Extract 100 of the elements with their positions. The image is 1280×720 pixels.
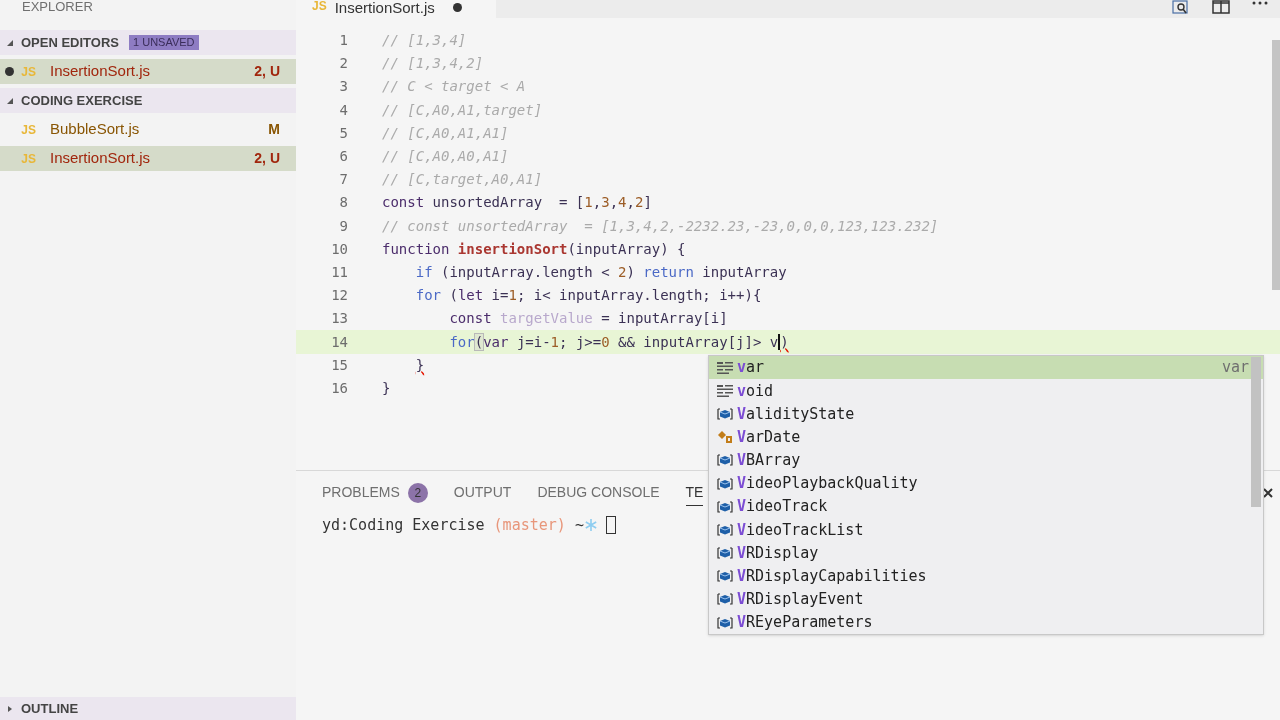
suggestion-item[interactable]: VideoPlaybackQuality: [709, 471, 1263, 496]
line-number: 12: [330, 286, 348, 306]
line-number: 3: [338, 77, 348, 97]
cube-icon: [717, 523, 733, 536]
line-number: 16: [330, 378, 348, 398]
snowflake-icon: [583, 518, 598, 533]
suggestion-label: VideoPlaybackQuality: [737, 473, 918, 495]
line-number: 1: [338, 31, 348, 51]
file-name: BubbleSort.js: [50, 119, 140, 140]
suggestion-item[interactable]: ValidityState: [709, 402, 1263, 426]
line-number: 14: [330, 332, 348, 352]
suggestion-label: VideoTrack: [737, 496, 828, 518]
text-lines-icon: [717, 384, 733, 397]
panel-tab[interactable]: OUTPUT: [453, 479, 512, 506]
section-title: CODING EXERCISE: [21, 91, 143, 110]
terminal-cursor: [605, 516, 616, 535]
suggestion-item[interactable]: var var: [709, 356, 1263, 380]
code-text: for(var j=i-1; j>=0 && inputArray[j]> v): [448, 332, 789, 352]
line-number: 13: [330, 309, 348, 329]
panel-tab[interactable]: TE: [685, 479, 704, 506]
line-number: 7: [338, 170, 348, 190]
suggestion-label: VRDisplayEvent: [737, 589, 864, 611]
line-number: 8: [338, 193, 348, 213]
section-header[interactable]: OPEN EDITORS 1 UNSAVED: [0, 30, 296, 55]
code-text: // [1,3,4]: [382, 31, 467, 51]
more-icon[interactable]: [1252, 0, 1268, 6]
expanded-triangle-icon[interactable]: [6, 96, 14, 105]
cube-icon: [717, 593, 733, 606]
suggestion-label: var: [737, 357, 765, 379]
code-text: const targetValue = inputArray[i]: [448, 309, 728, 329]
file-item[interactable]: JS InsertionSort.js 2, U: [0, 146, 296, 171]
file-name: InsertionSort.js: [50, 61, 151, 82]
git-status: 2, U: [254, 62, 280, 81]
section-title: OPEN EDITORS: [21, 33, 119, 52]
panel-tab[interactable]: DEBUG CONSOLE: [537, 479, 660, 506]
cube-icon: [717, 477, 733, 490]
suggestion-item[interactable]: VBArray: [709, 448, 1263, 472]
search-icon[interactable]: [1172, 0, 1190, 15]
code-text: // [1,3,4,2]: [382, 54, 484, 74]
line-number: 15: [330, 355, 348, 375]
js-file-icon: JS: [21, 149, 36, 168]
code-text: }: [414, 355, 425, 375]
code-text: for (let i=1; i< inputArray.length; i++){: [414, 286, 762, 306]
section-title: OUTLINE: [21, 699, 79, 718]
cube-icon: [717, 454, 733, 467]
file-item[interactable]: JS InsertionSort.js 2, U: [0, 59, 296, 84]
editor-tab[interactable]: JS InsertionSort.js: [296, 0, 496, 18]
suggestion-item[interactable]: VideoTrackList: [709, 518, 1263, 542]
cube-icon: [717, 570, 733, 583]
git-status: M: [268, 120, 280, 139]
suggestion-label: VRDisplay: [737, 542, 819, 564]
code-text: }: [382, 378, 391, 398]
line-number: 5: [338, 123, 348, 143]
suggestion-item[interactable]: VarDate: [709, 425, 1263, 449]
suggestion-label: VRDisplayCapabilities: [737, 566, 927, 588]
code-text: // [C,target,A0,A1]: [382, 170, 543, 190]
js-file-icon: JS: [21, 120, 36, 139]
code-text: // const unsortedArray = [1,3,4,2,-2232.23,-23,0,0,0,123,123.232]: [382, 216, 939, 236]
code-text: const unsortedArray = [1,3,4,2]: [382, 193, 652, 213]
count-badge: 2: [407, 482, 428, 503]
tab-title: InsertionSort.js: [334, 0, 435, 15]
line-number: 10: [330, 239, 348, 259]
unsaved-badge: 1 UNSAVED: [129, 35, 199, 50]
code-text: if (inputArray.length < 2) return inputArray: [414, 262, 787, 282]
cube-icon: [717, 616, 733, 629]
suggestion-item[interactable]: VRDisplay: [709, 541, 1263, 565]
code-text: function insertionSort(inputArray) {: [382, 239, 686, 259]
js-file-icon: JS: [21, 62, 36, 81]
suggestion-item[interactable]: VREyeParameters: [709, 611, 1263, 635]
section-header[interactable]: OUTLINE: [0, 697, 296, 720]
js-file-icon: JS: [312, 0, 327, 12]
code-text: // [C,A0,A1,target]: [382, 100, 543, 120]
line-number: 11: [330, 262, 348, 282]
git-status: 2, U: [254, 149, 280, 168]
line-number: 6: [338, 147, 348, 167]
close-icon[interactable]: [1262, 486, 1274, 499]
suggestion-label: ValidityState: [737, 403, 855, 425]
text-lines-icon: [717, 361, 733, 374]
suggestion-item[interactable]: VideoTrack: [709, 495, 1263, 519]
file-name: InsertionSort.js: [50, 148, 151, 169]
section-header[interactable]: CODING EXERCISE: [0, 88, 296, 113]
diamond-shapes-icon: [717, 430, 733, 445]
cube-icon: [717, 547, 733, 560]
suggestion-item[interactable]: VRDisplayEvent: [709, 587, 1263, 612]
suggestion-label: VarDate: [737, 426, 801, 448]
sidebar-title: EXPLORER: [22, 0, 93, 14]
line-number: 4: [338, 100, 348, 120]
suggestion-item[interactable]: void: [709, 379, 1263, 403]
cube-icon: [717, 500, 733, 513]
panel-tab[interactable]: PROBLEMS 2: [322, 479, 428, 506]
code-text: // C < target < A: [382, 77, 526, 97]
suggestion-label: VideoTrackList: [737, 519, 864, 541]
collapsed-triangle-icon[interactable]: [6, 704, 14, 713]
code-text: // [C,A0,A0,A1]: [382, 147, 509, 167]
file-item[interactable]: JS BubbleSort.js M: [0, 117, 296, 142]
suggestion-item[interactable]: VRDisplayCapabilities: [709, 564, 1263, 588]
expanded-triangle-icon[interactable]: [6, 38, 14, 47]
split-editor-icon[interactable]: [1212, 0, 1230, 14]
cube-icon: [717, 407, 733, 420]
code-text: // [C,A0,A1,A1]: [382, 123, 509, 143]
